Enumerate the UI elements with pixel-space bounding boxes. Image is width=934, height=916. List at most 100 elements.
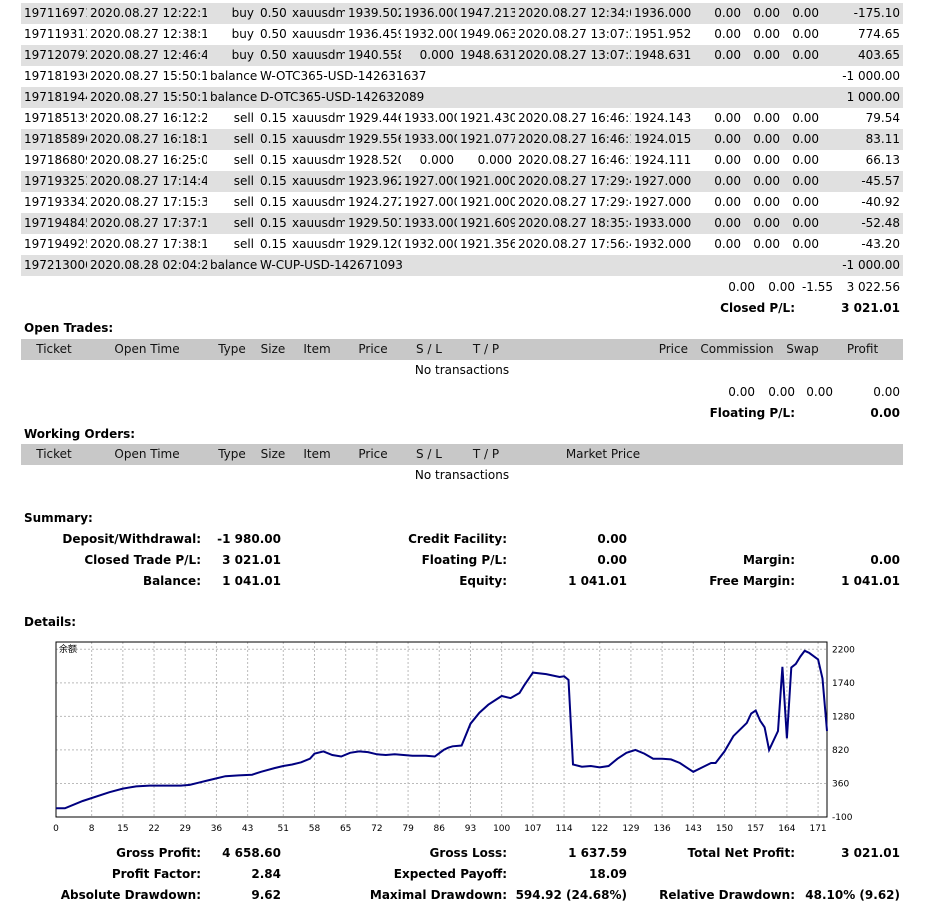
total-net-profit-value: 3 021.01	[841, 846, 900, 860]
cell-ticket: 197119313	[24, 27, 87, 41]
cell-ctime: 2020.08.27 12:34:02	[515, 3, 631, 24]
x-tick-label: 86	[434, 824, 446, 834]
x-tick-label: 22	[148, 824, 159, 834]
cell-type: buy	[207, 45, 257, 66]
x-tick-label: 114	[555, 824, 572, 834]
cell-profit: 66.13	[865, 153, 900, 167]
cell-comm: 0.00	[691, 213, 744, 234]
x-tick-label: 51	[278, 824, 289, 834]
cell-time: 2020.08.27 16:12:22	[90, 111, 207, 125]
column-header: S / L	[401, 444, 457, 465]
chart-grid	[55, 642, 827, 818]
cell-tp: 1921.356	[460, 237, 515, 251]
cell-item: xauusdm	[292, 153, 345, 167]
cell-comm: 0.00	[714, 153, 741, 167]
cell-ticket: 197181944	[21, 87, 87, 108]
cell-tp: 1921.000	[460, 195, 515, 209]
cell-type: sell	[233, 237, 254, 251]
cell-profit: -43.20	[861, 237, 900, 251]
working-orders-empty: No transactions	[414, 468, 510, 482]
cell-comm: 0.00	[691, 171, 744, 192]
floating-label: Floating P/L:	[421, 553, 507, 567]
column-header: S / L	[401, 339, 457, 360]
table-row: 197181944 2020.08.27 15:50:19 balance D-OTC…	[21, 87, 903, 108]
cell-time: 2020.08.27 12:46:48	[87, 45, 207, 66]
cell-sl: 1933.000	[401, 129, 457, 150]
table-row: 197116971 2020.08.27 12:22:15 buy 0.50 xauus…	[21, 3, 903, 24]
cell-type: sell	[207, 171, 257, 192]
cell-time: 2020.08.27 17:14:49	[87, 171, 207, 192]
cell-size: 0.15	[257, 129, 289, 150]
working-orders-header: Ticket Open Time Type Size Item Price S / LT /…	[21, 444, 903, 465]
x-tick-label: 65	[340, 824, 351, 834]
cell-swap: 0.00	[783, 129, 822, 150]
cell-time: 2020.08.27 17:15:31	[90, 195, 207, 209]
cell-comm: 0.00	[691, 3, 744, 24]
cell-cprice: 1927.000	[634, 195, 691, 209]
open-total-taxes: 0.00	[768, 385, 795, 399]
cell-ctime: 2020.08.27 13:07:22	[515, 45, 631, 66]
cell-size: 0.50	[257, 45, 289, 66]
cell-tp: 1948.631	[457, 45, 515, 66]
cell-price: 1929.501	[345, 213, 401, 234]
cell-ctime: 2020.08.27 17:29:47	[518, 195, 631, 209]
cell-profit: -52.48	[822, 213, 903, 234]
x-tick-label: 164	[778, 824, 795, 834]
y-tick-label: 2200	[832, 645, 855, 655]
cell-cprice: 1933.000	[631, 213, 691, 234]
relative-drawdown-value: 48.10% (9.62)	[805, 888, 900, 902]
cell-profit: -40.92	[861, 195, 900, 209]
cell-profit: 403.65	[822, 45, 903, 66]
cell-type: balance	[207, 255, 257, 276]
closed-trade-pl-value: 3 021.01	[222, 553, 281, 567]
open-total-commission: 0.00	[728, 385, 755, 399]
credit-facility-value: 0.00	[597, 532, 627, 546]
cell-type: sell	[233, 195, 254, 209]
cell-ctime: 2020.08.27 16:46:12	[515, 129, 631, 150]
open-trades-title: Open Trades:	[24, 321, 114, 335]
column-header: Item	[289, 444, 345, 465]
table-row: 197193253 2020.08.27 17:14:49 sell 0.15 xauu…	[21, 171, 903, 192]
total-net-profit-label: Total Net Profit:	[687, 846, 795, 860]
expected-payoff-value: 18.09	[589, 867, 627, 881]
cell-item: xauusdm	[289, 45, 345, 66]
gross-loss-value: 1 637.59	[568, 846, 627, 860]
profit-factor-label: Profit Factor:	[111, 867, 201, 881]
x-tick-label: 8	[89, 824, 95, 834]
x-tick-label: 79	[402, 824, 414, 834]
cell-tp: 1921.077	[457, 129, 515, 150]
column-header: Type	[207, 339, 257, 360]
chart-x-ticks: 0 8 15 22 29 36 43 51 58 65 72 79 86 93 100 107 114 122 12…	[53, 824, 827, 834]
cell-time: 2020.08.27 17:37:10	[87, 213, 207, 234]
cell-comment: W-OTC365-USD-142631637	[260, 69, 427, 83]
cell-swap: 0.00	[783, 213, 822, 234]
floating-pl-value: 0.00	[870, 406, 900, 420]
cell-ticket: 197185139	[24, 111, 87, 125]
cell-ctime: 2020.08.27 17:29:47	[515, 171, 631, 192]
table-row: 197193342 2020.08.27 17:15:31 sell 0.15 xauu…	[21, 192, 903, 213]
total-taxes: 0.00	[768, 280, 795, 294]
cell-sl: 1932.000	[404, 237, 457, 251]
deposit-value: -1 980.00	[217, 532, 281, 546]
closed-transactions-table: 197116971 2020.08.27 12:22:15 buy 0.50 xauus…	[21, 3, 903, 276]
cell-price: 1940.558	[345, 45, 401, 66]
open-trades-empty: No transactions	[414, 363, 510, 377]
cell-item: xauusdm	[292, 111, 345, 125]
credit-facility-label: Credit Facility:	[408, 532, 507, 546]
cell-swap: 0.00	[783, 3, 822, 24]
gross-profit-label: Gross Profit:	[116, 846, 201, 860]
cell-swap: 0.00	[792, 195, 819, 209]
table-row: 197194845 2020.08.27 17:37:10 sell 0.15 xauu…	[21, 213, 903, 234]
cell-sl: 1933.000	[404, 111, 457, 125]
cell-cprice: 1932.000	[634, 237, 691, 251]
cell-comm: 0.00	[714, 237, 741, 251]
table-row: 197119313 2020.08.27 12:38:15 buy 0.50 xauus…	[21, 24, 903, 45]
cell-item: xauusdm	[292, 237, 345, 251]
cell-taxes: 0.00	[753, 27, 780, 41]
cell-cprice: 1924.111	[634, 153, 691, 167]
cell-price: 1939.502	[345, 3, 401, 24]
column-header: Open Time	[87, 444, 207, 465]
cell-profit: -175.10	[822, 3, 903, 24]
cell-comment: D-OTC365-USD-142632089	[257, 87, 822, 108]
cell-time: 2020.08.27 16:25:07	[90, 153, 207, 167]
